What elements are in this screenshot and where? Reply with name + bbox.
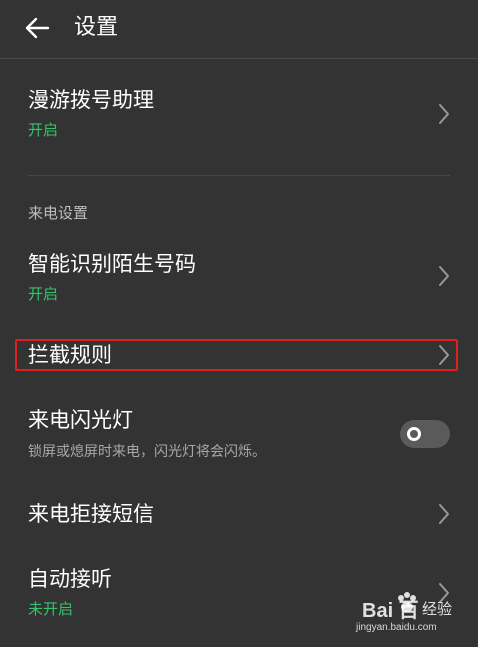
roaming-dial-assistant-status: 开启 bbox=[28, 121, 59, 139]
incoming-flash-title: 来电闪光灯 bbox=[28, 408, 133, 432]
toggle-knob bbox=[407, 427, 421, 441]
chevron-right-icon bbox=[437, 343, 451, 367]
roaming-dial-assistant-title: 漫游拨号助理 bbox=[28, 88, 154, 112]
auto-answer-row[interactable]: 自动接听 未开启 bbox=[0, 563, 478, 627]
smart-identify-row[interactable]: 智能识别陌生号码 开启 bbox=[0, 246, 478, 312]
reject-sms-title: 来电拒接短信 bbox=[28, 502, 154, 526]
section-divider bbox=[28, 175, 450, 176]
back-button[interactable] bbox=[22, 12, 54, 44]
top-app-bar: 设置 bbox=[0, 0, 478, 59]
smart-identify-status: 开启 bbox=[28, 285, 59, 303]
auto-answer-title: 自动接听 bbox=[28, 567, 112, 591]
auto-answer-status: 未开启 bbox=[28, 600, 74, 618]
roaming-dial-assistant-row[interactable]: 漫游拨号助理 开启 bbox=[0, 80, 478, 152]
chevron-right-icon bbox=[437, 502, 451, 526]
arrow-left-icon bbox=[25, 17, 50, 39]
incoming-flash-description: 锁屏或熄屏时来电，闪光灯将会闪烁。 bbox=[28, 444, 266, 460]
smart-identify-title: 智能识别陌生号码 bbox=[28, 252, 196, 276]
chevron-right-icon bbox=[437, 102, 451, 126]
chevron-right-icon bbox=[437, 581, 451, 605]
settings-screen: 设置 漫游拨号助理 开启 来电设置 智能识别陌生号码 开启 拦截规则 来电闪光灯… bbox=[0, 0, 478, 647]
page-title: 设置 bbox=[74, 15, 119, 40]
chevron-right-icon bbox=[437, 264, 451, 288]
incoming-flash-toggle[interactable] bbox=[400, 420, 450, 448]
block-rules-row[interactable]: 拦截规则 bbox=[0, 339, 478, 371]
incoming-call-settings-header: 来电设置 bbox=[28, 204, 89, 222]
reject-sms-row[interactable]: 来电拒接短信 bbox=[0, 498, 478, 534]
block-rules-title: 拦截规则 bbox=[28, 343, 112, 367]
